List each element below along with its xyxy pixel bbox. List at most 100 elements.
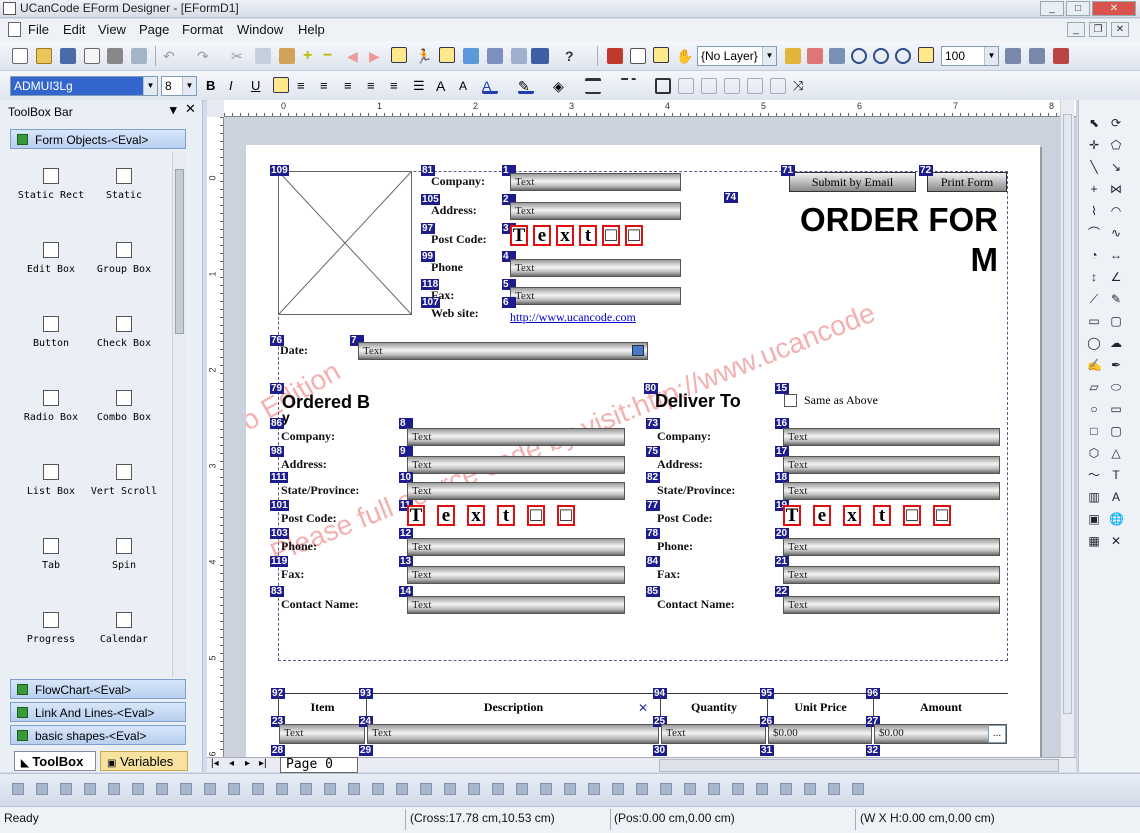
- triangle-icon[interactable]: △: [1109, 446, 1123, 460]
- circle-icon[interactable]: ○: [1087, 402, 1101, 416]
- design-vscrollbar[interactable]: [1060, 100, 1074, 757]
- submit-by-email-button[interactable]: Submit by Email: [789, 172, 916, 192]
- menu-format[interactable]: Format: [182, 22, 223, 37]
- grid-icon[interactable]: [630, 48, 646, 64]
- justify-icon[interactable]: ≡: [344, 78, 360, 94]
- grid-b-icon[interactable]: [701, 78, 717, 94]
- font-name-combo[interactable]: ADMUI3Lg ▼: [10, 76, 158, 96]
- align-tool-icon[interactable]: [780, 783, 792, 795]
- comb-char-box[interactable]: x: [556, 225, 574, 246]
- zoom-combo[interactable]: 100 ▼: [941, 46, 999, 66]
- last-page-icon[interactable]: ▸|: [259, 758, 267, 769]
- zoom-icon[interactable]: [918, 47, 934, 63]
- group-flowchart[interactable]: FlowChart-<Eval>: [10, 679, 186, 699]
- open-icon[interactable]: [36, 48, 52, 64]
- cross-icon[interactable]: +: [1087, 182, 1101, 196]
- align-tool-icon[interactable]: [252, 783, 264, 795]
- align-right-icon[interactable]: ≡: [320, 78, 336, 94]
- deliver_to-field[interactable]: Text: [783, 538, 1000, 556]
- arrow-line-icon[interactable]: ↘: [1109, 160, 1123, 174]
- group-basic-shapes[interactable]: basic shapes-<Eval>: [10, 725, 186, 745]
- ordered_by-field[interactable]: Text: [407, 566, 625, 584]
- border-icon[interactable]: [655, 78, 671, 94]
- node-edit-icon[interactable]: ⬠: [1109, 138, 1123, 152]
- deliver_to-field[interactable]: Text: [783, 456, 1000, 474]
- pin-icon[interactable]: ▾: [170, 102, 177, 118]
- next-page-icon[interactable]: ▸: [245, 758, 250, 769]
- ellipsis-button[interactable]: ...: [988, 725, 1006, 743]
- new-icon[interactable]: [12, 48, 28, 64]
- align-tool-icon[interactable]: [84, 783, 96, 795]
- tool-progress[interactable]: Progress: [16, 612, 86, 645]
- minimize-button[interactable]: _: [1040, 1, 1064, 16]
- close-icon[interactable]: ✕: [638, 701, 648, 715]
- align-tool-icon[interactable]: [852, 783, 864, 795]
- link-icon[interactable]: ⟋: [1087, 292, 1101, 306]
- align-tool-icon[interactable]: [372, 783, 384, 795]
- align-tool-icon[interactable]: [492, 783, 504, 795]
- grid-d-icon[interactable]: [747, 78, 763, 94]
- circle-arc-icon[interactable]: ◔: [1087, 248, 1101, 262]
- help-icon[interactable]: ?: [565, 48, 581, 64]
- ellipse-icon[interactable]: ⬭: [1109, 380, 1123, 394]
- copy-icon[interactable]: [255, 48, 271, 64]
- company-field[interactable]: Text: [510, 202, 681, 220]
- comb-char-box[interactable]: x: [843, 505, 861, 526]
- menu-file[interactable]: File: [28, 22, 49, 37]
- align-tool-icon[interactable]: [108, 783, 120, 795]
- tool-vert-scroll[interactable]: Vert Scroll: [89, 464, 159, 497]
- align-tool-icon[interactable]: [732, 783, 744, 795]
- back-icon[interactable]: ◀: [347, 48, 363, 64]
- table-cell-field[interactable]: Text: [279, 724, 365, 744]
- cut-icon[interactable]: ✂: [231, 48, 247, 64]
- same-as-above-checkbox[interactable]: [784, 394, 797, 407]
- table-icon[interactable]: [531, 48, 549, 64]
- company-field[interactable]: Text: [510, 173, 681, 191]
- line-width-icon[interactable]: [585, 78, 601, 94]
- toolbox-scrollbar[interactable]: [172, 151, 186, 677]
- tool-spin[interactable]: Spin: [89, 538, 159, 571]
- line-style-icon[interactable]: [620, 78, 636, 94]
- layers-icon[interactable]: [785, 48, 801, 64]
- ordered_by-field[interactable]: Text: [407, 596, 625, 614]
- chevron-down-icon[interactable]: ▼: [762, 47, 776, 65]
- italic-icon[interactable]: I: [229, 78, 245, 94]
- paste-icon[interactable]: [279, 48, 295, 64]
- align-tool-icon[interactable]: [540, 783, 552, 795]
- comb-char-box[interactable]: □: [625, 225, 643, 246]
- snap-icon[interactable]: [653, 47, 669, 63]
- print-preview-icon[interactable]: [84, 48, 100, 64]
- deliver_to-field[interactable]: Text: [783, 482, 1000, 500]
- deliver_to-field[interactable]: Text: [783, 596, 1000, 614]
- tool-button[interactable]: Button: [16, 316, 86, 349]
- comb-char-box[interactable]: t: [873, 505, 891, 526]
- align-left-icon[interactable]: [273, 77, 289, 93]
- page-tab[interactable]: Page 0: [280, 757, 358, 773]
- align-tool-icon[interactable]: [468, 783, 480, 795]
- company-field[interactable]: Text: [510, 259, 681, 277]
- user-settings-icon[interactable]: [1029, 48, 1045, 64]
- line-color-icon[interactable]: ✎: [518, 78, 534, 94]
- align-tool-icon[interactable]: [708, 783, 720, 795]
- table-cell-field[interactable]: Text: [367, 724, 659, 744]
- design-hscrollbar[interactable]: [659, 759, 1059, 772]
- lock-icon[interactable]: [1053, 48, 1069, 64]
- hyperlink-icon[interactable]: 🌐: [1109, 512, 1124, 526]
- parallelogram-icon[interactable]: ▱: [1087, 380, 1101, 394]
- rich-text-icon[interactable]: A: [1109, 490, 1123, 504]
- comb-char-box[interactable]: e: [813, 505, 831, 526]
- v-dimension-icon[interactable]: ↕: [1087, 270, 1101, 284]
- align-center-icon[interactable]: ≡: [297, 78, 313, 94]
- ordered_by-field[interactable]: Text: [407, 482, 625, 500]
- company-field[interactable]: Text: [510, 287, 681, 305]
- comb-char-box[interactable]: t: [497, 505, 515, 526]
- align-tool-icon[interactable]: [828, 783, 840, 795]
- align-tool-icon[interactable]: [612, 783, 624, 795]
- underline-icon[interactable]: U: [251, 78, 267, 94]
- rotate-icon[interactable]: ⟳: [1109, 116, 1123, 130]
- form-icon[interactable]: [463, 48, 479, 64]
- align-tool-icon[interactable]: [132, 783, 144, 795]
- connector-icon[interactable]: ⤨: [793, 78, 809, 94]
- tool-tab[interactable]: Tab: [16, 538, 86, 571]
- polygon-icon[interactable]: ⬡: [1087, 446, 1101, 460]
